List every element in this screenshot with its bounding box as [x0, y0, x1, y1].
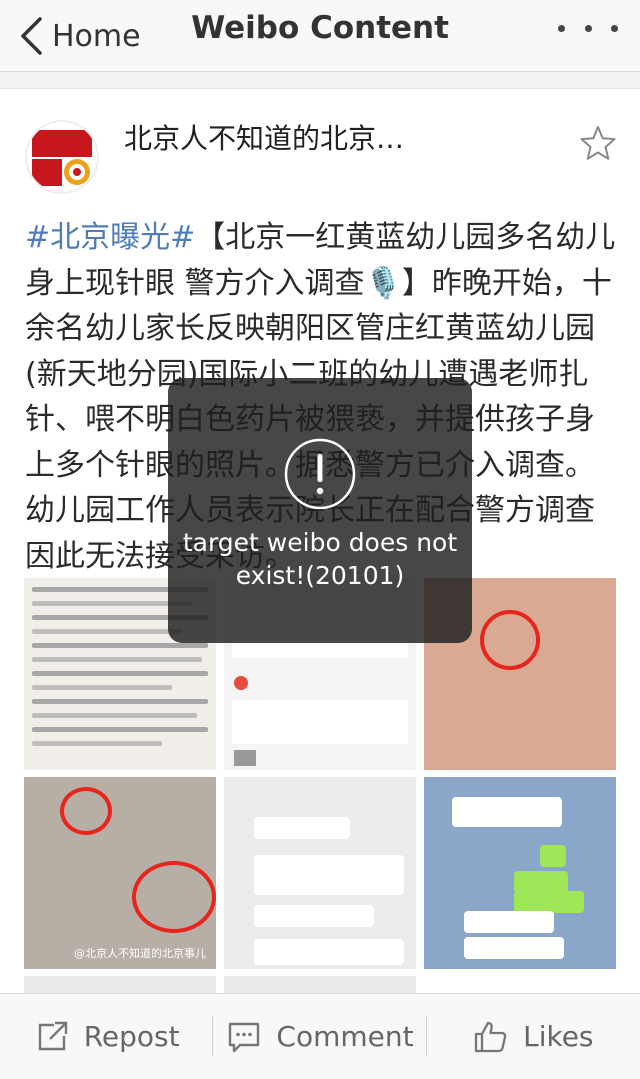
- post-image[interactable]: @北京人不知道的北京事儿: [24, 777, 216, 969]
- chat-bubble: [254, 905, 374, 927]
- image-avatar: [234, 750, 256, 766]
- star-icon[interactable]: [579, 124, 617, 162]
- toast-message: target weibo does not exist!(20101): [182, 528, 458, 590]
- hashtag-link[interactable]: #北京曝光#: [25, 220, 195, 255]
- author-name[interactable]: 北京人不知道的北京…: [124, 119, 404, 159]
- likes-button[interactable]: Likes: [427, 994, 640, 1079]
- comment-icon: [229, 1022, 260, 1052]
- red-circle-mark: [480, 610, 540, 670]
- chat-bubble: [464, 911, 554, 933]
- chat-bubble: [514, 891, 584, 913]
- author-avatar[interactable]: [25, 120, 99, 194]
- post-image[interactable]: [424, 777, 616, 969]
- image-row: [232, 700, 408, 744]
- chat-bubble: [452, 797, 562, 827]
- repost-icon: [38, 1021, 67, 1050]
- red-circle-mark: [132, 861, 216, 933]
- image-watermark: @北京人不知道的北京事儿: [74, 947, 206, 960]
- news-logo-icon: [29, 124, 95, 190]
- repost-label: Repost: [83, 1020, 180, 1053]
- thumbs-up-icon: [474, 1021, 507, 1052]
- chat-bubble: [254, 817, 350, 839]
- alert-icon: [284, 438, 356, 510]
- post-image[interactable]: [224, 777, 416, 969]
- image-dot: [234, 676, 248, 690]
- more-dot-icon: [558, 24, 565, 32]
- chat-bubble: [254, 939, 404, 965]
- more-options-button[interactable]: [558, 10, 618, 46]
- more-dot-icon: [611, 24, 618, 32]
- chat-bubble: [514, 871, 568, 893]
- red-circle-mark: [60, 787, 112, 835]
- repost-button[interactable]: Repost: [0, 994, 214, 1079]
- post-image[interactable]: [224, 976, 416, 994]
- action-toolbar: Repost Comment Likes: [0, 993, 640, 1079]
- error-toast: target weibo does not exist!(20101): [168, 378, 472, 643]
- comment-button[interactable]: Comment: [213, 994, 427, 1079]
- chat-bubble: [254, 855, 404, 895]
- likes-label: Likes: [523, 1020, 594, 1053]
- more-dot-icon: [584, 24, 592, 32]
- comment-label: Comment: [276, 1020, 414, 1053]
- chat-bubble: [540, 845, 566, 867]
- post-image[interactable]: [24, 976, 216, 994]
- page-title: Weibo Content: [191, 10, 449, 46]
- chat-bubble: [464, 937, 564, 959]
- navigation-bar: Home Weibo Content: [0, 0, 640, 72]
